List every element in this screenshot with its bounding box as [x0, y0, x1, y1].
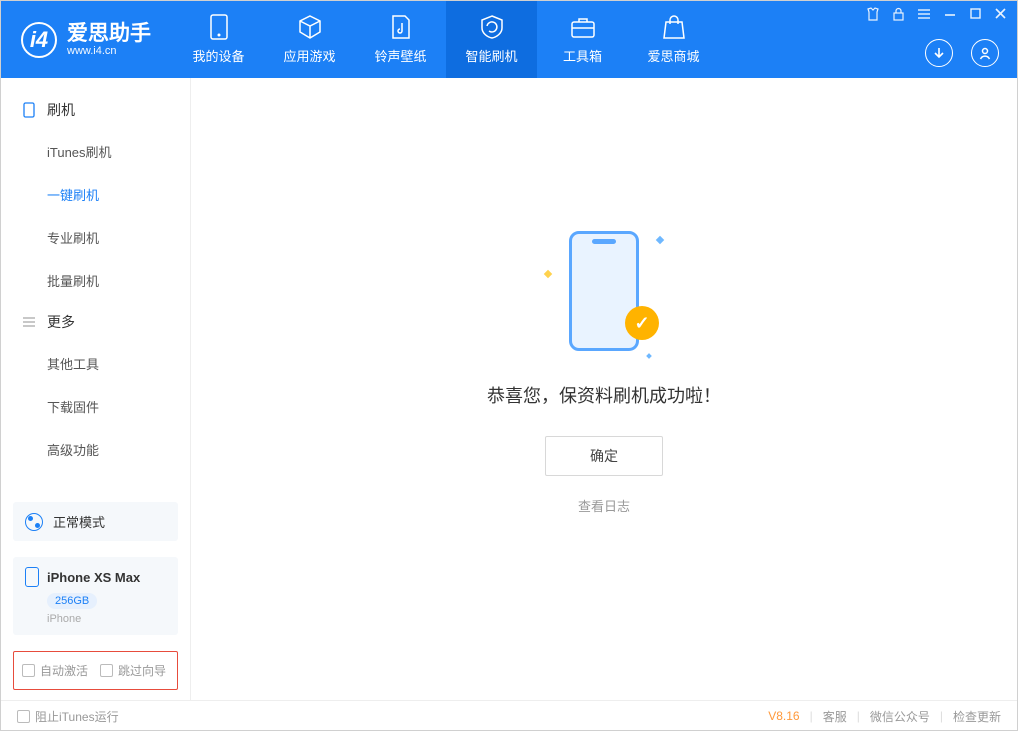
tab-my-device[interactable]: 我的设备 [173, 1, 264, 78]
app-header: i4 爱思助手 www.i4.cn 我的设备 应用游戏 铃声壁纸 智能刷机 工具… [1, 1, 1017, 78]
device-phone-icon [25, 567, 39, 587]
checkbox-icon [100, 664, 113, 677]
checkbox-label: 自动激活 [40, 662, 88, 679]
minimize-button[interactable] [943, 7, 957, 21]
mode-icon [25, 513, 43, 531]
device-storage: 256GB [47, 593, 97, 609]
sidebar-group-flash[interactable]: 刷机 [1, 90, 190, 130]
sidebar-item-download-firmware[interactable]: 下载固件 [1, 385, 190, 428]
maximize-button[interactable] [969, 7, 982, 21]
sidebar: 刷机 iTunes刷机 一键刷机 专业刷机 批量刷机 更多 其他工具 下载固件 … [1, 78, 191, 700]
sidebar-group-more[interactable]: 更多 [1, 302, 190, 342]
device-info[interactable]: iPhone XS Max 256GB iPhone [13, 557, 178, 635]
tab-store[interactable]: 爱思商城 [628, 1, 719, 78]
refresh-shield-icon [479, 14, 505, 40]
group-title: 刷机 [47, 100, 75, 120]
tab-label: 我的设备 [192, 46, 244, 65]
user-button[interactable] [971, 39, 999, 67]
checkmark-badge-icon: ✓ [625, 306, 659, 340]
tab-label: 爱思商城 [647, 46, 699, 65]
tab-label: 工具箱 [563, 46, 602, 65]
sidebar-item-other-tools[interactable]: 其他工具 [1, 342, 190, 385]
toolbox-icon [570, 14, 596, 40]
app-title: 爱思助手 [67, 22, 151, 45]
success-illustration: ✓ [539, 223, 669, 358]
checkbox-auto-activate[interactable]: 自动激活 [22, 662, 88, 679]
checkbox-label: 跳过向导 [118, 662, 166, 679]
logo: i4 爱思助手 www.i4.cn [1, 22, 165, 58]
footer: 阻止iTunes运行 V8.16 | 客服 | 微信公众号 | 检查更新 [1, 700, 1017, 731]
view-log-link[interactable]: 查看日志 [578, 496, 630, 515]
checkbox-label: 阻止iTunes运行 [35, 708, 119, 725]
tab-ringtone-wallpaper[interactable]: 铃声壁纸 [355, 1, 446, 78]
tab-label: 铃声壁纸 [374, 46, 426, 65]
list-icon [21, 314, 37, 330]
music-file-icon [388, 14, 414, 40]
close-button[interactable] [994, 7, 1007, 21]
main-tabs: 我的设备 应用游戏 铃声壁纸 智能刷机 工具箱 爱思商城 [173, 1, 719, 78]
sidebar-item-onekey-flash[interactable]: 一键刷机 [1, 173, 190, 216]
window-controls-row2 [925, 39, 999, 67]
tab-toolbox[interactable]: 工具箱 [537, 1, 628, 78]
tab-label: 应用游戏 [283, 46, 335, 65]
sidebar-item-itunes-flash[interactable]: iTunes刷机 [1, 130, 190, 173]
checkbox-skip-guide[interactable]: 跳过向导 [100, 662, 166, 679]
download-button[interactable] [925, 39, 953, 67]
version-label: V8.16 [768, 709, 799, 723]
window-controls-row1 [866, 7, 1007, 21]
sidebar-item-pro-flash[interactable]: 专业刷机 [1, 216, 190, 259]
footer-link-wechat[interactable]: 微信公众号 [870, 708, 930, 725]
lock-icon[interactable] [892, 7, 905, 21]
checkbox-block-itunes[interactable]: 阻止iTunes运行 [17, 708, 119, 725]
checkbox-icon [17, 710, 30, 723]
device-icon [206, 14, 232, 40]
footer-link-update[interactable]: 检查更新 [953, 708, 1001, 725]
ok-button[interactable]: 确定 [545, 436, 663, 476]
cube-icon [297, 14, 323, 40]
group-title: 更多 [47, 312, 75, 332]
shirt-icon[interactable] [866, 7, 880, 21]
mode-label: 正常模式 [53, 512, 105, 531]
footer-link-service[interactable]: 客服 [823, 708, 847, 725]
sidebar-item-advanced[interactable]: 高级功能 [1, 428, 190, 471]
device-name: iPhone XS Max [47, 570, 140, 585]
device-type: iPhone [47, 613, 166, 625]
mode-indicator[interactable]: 正常模式 [13, 502, 178, 541]
highlighted-options: 自动激活 跳过向导 [13, 651, 178, 690]
bag-icon [661, 14, 687, 40]
success-message: 恭喜您，保资料刷机成功啦！ [487, 382, 721, 408]
menu-icon[interactable] [917, 7, 931, 21]
main-content: ✓ 恭喜您，保资料刷机成功啦！ 确定 查看日志 [191, 78, 1017, 700]
tab-label: 智能刷机 [465, 46, 517, 65]
checkbox-icon [22, 664, 35, 677]
tab-apps-games[interactable]: 应用游戏 [264, 1, 355, 78]
tab-smart-flash[interactable]: 智能刷机 [446, 1, 537, 78]
app-subtitle: www.i4.cn [67, 45, 151, 57]
logo-icon: i4 [21, 22, 57, 58]
phone-icon [21, 102, 37, 118]
sidebar-item-batch-flash[interactable]: 批量刷机 [1, 259, 190, 302]
